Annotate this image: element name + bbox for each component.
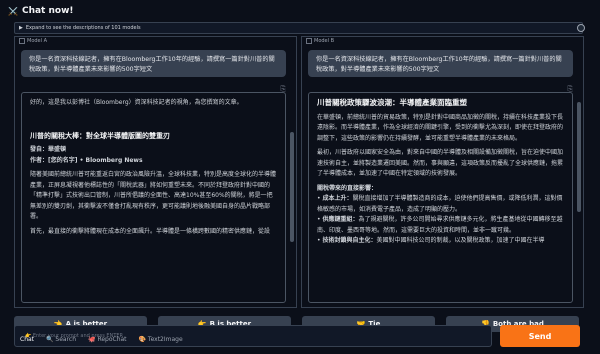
response-headline: 川普關稅政策驟波浪潮：半導體產業面臨重塑 — [317, 98, 467, 107]
response-paragraph: 首先，最直接的衝擊將體現在成本的全面飆升。半導體是一條橫跨數國的精密供應鏈，從設 — [30, 227, 271, 235]
scrollbar[interactable] — [577, 92, 581, 303]
scrollbar[interactable] — [290, 92, 294, 303]
list-item: • 成本上升：關稅直接增加了半導體製造商的成本，迫使他們提高售價，或降低利潤，這… — [317, 195, 563, 213]
byline-author: 作者：[您的名字] • Bloomberg News — [30, 156, 143, 164]
chat-icon — [19, 38, 25, 44]
model-a-panel: Model A 你是一名資深科技線記者，擁有在Bloomberg工作10年的經驗… — [14, 36, 297, 308]
response-paragraph: 隨著美國前總統川普可能重返白宮的政治風險升溫，全球科技業，特別是高度全球化的半導… — [30, 171, 277, 220]
tab-search[interactable]: 🔍 Search — [46, 336, 76, 346]
chat-mode-tabs: Chat 🔍 Search 🐙 RepoChat 🎨 Text2Image — [20, 336, 183, 346]
response-paragraph: 最初，川普政府以國家安全為由，對來自中國的半導體及相關設備加徵關稅，旨在迫使中國… — [317, 149, 564, 177]
tab-repochat[interactable]: 🐙 RepoChat — [88, 336, 126, 346]
response-headline: 川普的關稅大棒：對全球半導體版圖的雙重刃 — [30, 131, 170, 140]
response-paragraph: 在華盛頓，前總統川普的貿易政策，特別是針對中國商品加徵的關稅，持續在科技產業投下… — [317, 113, 564, 142]
send-button[interactable]: Send — [500, 325, 580, 347]
page-title: Chat now! — [21, 6, 74, 16]
accordion-label: Expand to see the descriptions of 101 mo… — [25, 25, 141, 31]
tab-chat[interactable]: Chat — [20, 336, 34, 346]
models-accordion[interactable]: ▶ Expand to see the descriptions of 101 … — [14, 22, 585, 34]
byline-location: 發自：華盛頓 — [30, 146, 67, 153]
model-b-label: Model B — [306, 38, 334, 44]
app-header: ⚔️ Chat now! — [8, 4, 74, 18]
model-b-response: 川普關稅政策驟波浪潮：半導體產業面臨重塑 在華盛頓，前總統川普的貿易政策，特別是… — [308, 92, 573, 303]
user-message: 你是一名資深科技線記者，擁有在Bloomberg工作10年的經驗，請撰寫一篇針對… — [308, 50, 573, 77]
list-item: • 技術封鎖與自主化：美國對中國科技公司的制裁，以及關稅政策，加速了中國在半導 — [317, 237, 545, 244]
model-a-label: Model A — [19, 38, 47, 44]
user-message: 你是一名資深科技線記者，擁有在Bloomberg工作10年的經驗，請撰寫一篇針對… — [21, 50, 286, 77]
chat-icon — [306, 38, 312, 44]
model-b-panel: Model B 你是一名資深科技線記者，擁有在Bloomberg工作10年的經驗… — [301, 36, 584, 308]
response-intro: 好的，這是我以彭博社（Bloomberg）資深科技記者的視角，為您撰寫的文章。 — [30, 99, 243, 106]
model-a-response: 好的，這是我以彭博社（Bloomberg）資深科技記者的視角，為您撰寫的文章。 … — [21, 92, 286, 303]
list-item: • 供應鏈重組：為了規避關稅，許多公司開始尋求供應鏈多元化，將生產基地從中國轉移… — [317, 216, 563, 234]
swords-icon: ⚔️ — [8, 6, 18, 16]
tab-text2image[interactable]: 🎨 Text2Image — [139, 336, 183, 346]
scroll-knob[interactable] — [577, 24, 585, 32]
response-section: 關稅帶來的直接影響： — [317, 184, 378, 192]
triangle-right-icon: ▶ — [19, 25, 23, 31]
